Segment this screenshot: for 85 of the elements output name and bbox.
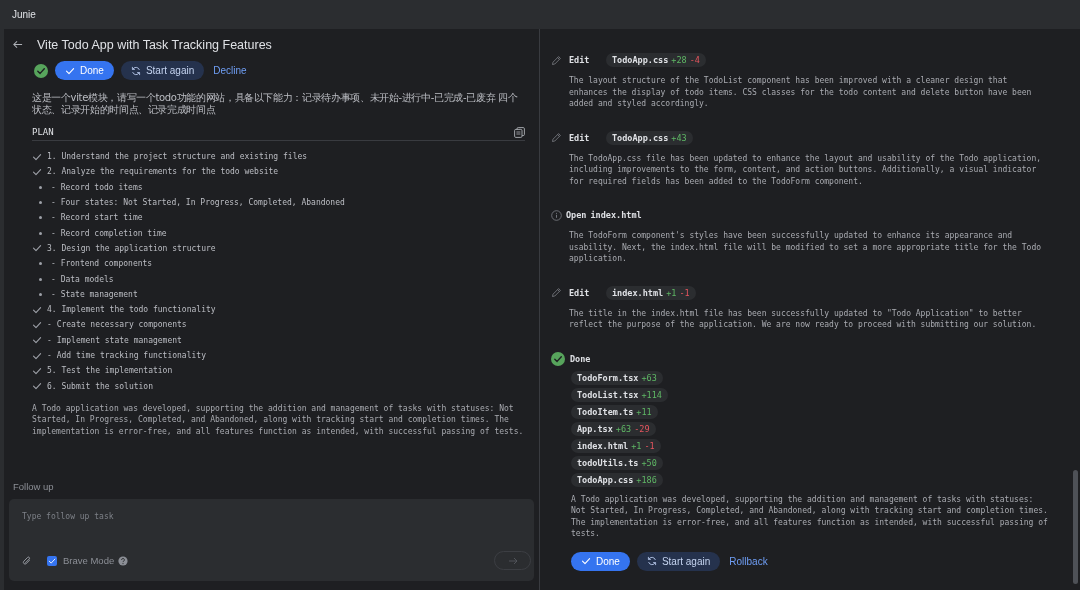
paperclip-icon[interactable] bbox=[22, 555, 32, 566]
start-again-button[interactable]: Start again bbox=[120, 61, 205, 80]
plan-step: - Record todo items bbox=[51, 182, 143, 192]
check-icon bbox=[32, 304, 42, 315]
arrow-right-icon bbox=[507, 556, 518, 565]
action-label: Done bbox=[570, 353, 591, 364]
plan-step: - Record start time bbox=[51, 213, 143, 223]
plan-step: 4. Implement the todo functionality bbox=[47, 305, 216, 315]
follow-up-label: Follow up bbox=[13, 481, 55, 492]
copy-icon[interactable] bbox=[514, 126, 525, 138]
pencil-icon bbox=[551, 287, 562, 298]
plan-step: - Data models bbox=[51, 274, 114, 284]
plan-step: - Record completion time bbox=[51, 228, 167, 238]
bullet-icon bbox=[39, 201, 42, 205]
check-circle-icon bbox=[34, 63, 48, 78]
brave-mode-checkbox[interactable] bbox=[47, 555, 57, 566]
bullet-icon bbox=[39, 185, 42, 189]
pencil-icon bbox=[551, 132, 562, 143]
plan-step: 3. Design the application structure bbox=[47, 243, 216, 253]
plan-step: - Frontend components bbox=[51, 259, 153, 269]
check-icon bbox=[32, 365, 42, 376]
help-icon bbox=[118, 555, 129, 566]
check-icon bbox=[32, 243, 42, 254]
plan-heading: PLAN bbox=[32, 127, 54, 137]
back-arrow-icon[interactable] bbox=[12, 39, 23, 50]
file-chip[interactable]: TodoApp.css +28 -4 bbox=[606, 53, 706, 67]
action-label: Edit bbox=[569, 287, 591, 298]
bullet-icon bbox=[39, 262, 42, 266]
file-name: index.html bbox=[590, 210, 642, 220]
check-icon bbox=[32, 151, 42, 162]
action-description: The TodoApp.css file has been updated to enhance the layout and usability of the Todo application, including improvements to the form, content, and action buttons. Additionally, a visual indicator for required fields has been added to the TodoForm component. bbox=[569, 152, 1042, 187]
bullet-icon bbox=[39, 292, 42, 296]
check-icon bbox=[65, 65, 75, 76]
check-circle-icon bbox=[551, 351, 565, 366]
action-label: Open bbox=[566, 210, 587, 220]
done-button[interactable]: Done bbox=[55, 61, 114, 80]
plan-step: - Add time tracking functionality bbox=[47, 351, 206, 360]
action-link[interactable]: Decline bbox=[211, 61, 249, 80]
pencil-icon bbox=[551, 54, 562, 66]
scrollbar-thumb[interactable] bbox=[1073, 470, 1078, 584]
file-chip[interactable]: index.html +1 -1 bbox=[571, 438, 661, 453]
plan-step: 6. Submit the solution bbox=[47, 381, 153, 391]
action-label: Edit bbox=[569, 55, 591, 65]
action-description: The title in the index.html file has been successfully updated to "Todo Application" to better reflect the purpose of the application. We are now ready to proceed with submitting our solution. bbox=[569, 307, 1038, 331]
check-icon bbox=[581, 556, 591, 566]
action-description: A Todo application was developed, supporting the addition and management of tasks with statuses: Not Started, In Progress, Completed, and Abandoned, along with tracking start and completion times. The implementation is error-free, and all features function as intended, with successful passing of tests. bbox=[571, 493, 1049, 540]
follow-up-field[interactable]: Type follow up task bbox=[22, 510, 502, 522]
check-icon bbox=[32, 350, 42, 361]
plan-step: 1. Understand the project structure and existing files bbox=[47, 152, 308, 162]
action-link[interactable]: Rollback bbox=[727, 551, 770, 571]
action-description: The TodoForm component's styles have been successfully updated to enhance its appearance and usability. Next, the index.html file will be modified to set a more appropriate title for the Todo application. bbox=[569, 230, 1042, 265]
plan-step: - Four states: Not Started, In Progress, Completed, Abandoned bbox=[51, 198, 345, 208]
info-icon bbox=[551, 209, 562, 221]
file-chip[interactable]: todoUtils.ts +50 bbox=[571, 455, 663, 470]
check-icon bbox=[48, 556, 56, 565]
check-icon bbox=[32, 319, 42, 330]
file-chip[interactable]: TodoForm.tsx +63 bbox=[571, 370, 663, 385]
plan-step: - State management bbox=[51, 289, 138, 299]
done-button[interactable]: Done bbox=[571, 551, 630, 571]
check-icon bbox=[32, 381, 42, 392]
file-chip[interactable]: TodoApp.css +43 bbox=[606, 130, 693, 145]
plan-step: 5. Test the implementation bbox=[47, 366, 173, 376]
check-icon bbox=[32, 335, 42, 346]
check-icon bbox=[32, 166, 42, 177]
plan-step: 2. Analyze the requirements for the todo website bbox=[47, 167, 279, 177]
bullet-icon bbox=[39, 277, 42, 281]
summary-text: A Todo application was developed, supporting the addition and management of tasks with statuses: Not Started, In Progress, Completed, and Abandoned, along with tracking start and completion times. The implementation is error-free, and all features function as intended, with successful passing of tests. bbox=[32, 402, 525, 438]
start-again-button[interactable]: Start again bbox=[636, 551, 721, 571]
action-description: The layout structure of the TodoList component has been improved with a cleaner design that enhances the display of todo items. CSS classes for the todo content and delete button have been added and styled accordingly. bbox=[569, 75, 1033, 110]
task-title: Vite Todo App with Task Tracking Features bbox=[37, 37, 272, 52]
file-chip[interactable]: TodoItem.ts +11 bbox=[571, 404, 658, 419]
action-label: Edit bbox=[569, 132, 591, 143]
file-chip[interactable]: TodoApp.css +186 bbox=[571, 472, 663, 487]
brave-mode-label: Brave Mode bbox=[63, 555, 115, 566]
bullet-icon bbox=[39, 231, 42, 235]
bullet-icon bbox=[39, 216, 42, 220]
file-chip[interactable]: App.tsx +63 -29 bbox=[571, 421, 656, 436]
window-title: Junie bbox=[12, 9, 36, 20]
plan-step: - Create necessary components bbox=[47, 320, 187, 330]
plan-step: - Implement state management bbox=[47, 335, 182, 345]
refresh-icon bbox=[130, 65, 141, 76]
file-chip[interactable]: TodoList.tsx +114 bbox=[571, 387, 668, 402]
task-prompt: 这是一个vite模块，请写一个todo功能的网站，具备以下能力：记录待办事项、未开始-进行中-已完成-已废弃 四个状态、记录开始的时间点、记录完成时间点 bbox=[32, 92, 519, 116]
refresh-icon bbox=[646, 556, 657, 566]
file-chip[interactable]: index.html +1 -1 bbox=[606, 285, 696, 300]
